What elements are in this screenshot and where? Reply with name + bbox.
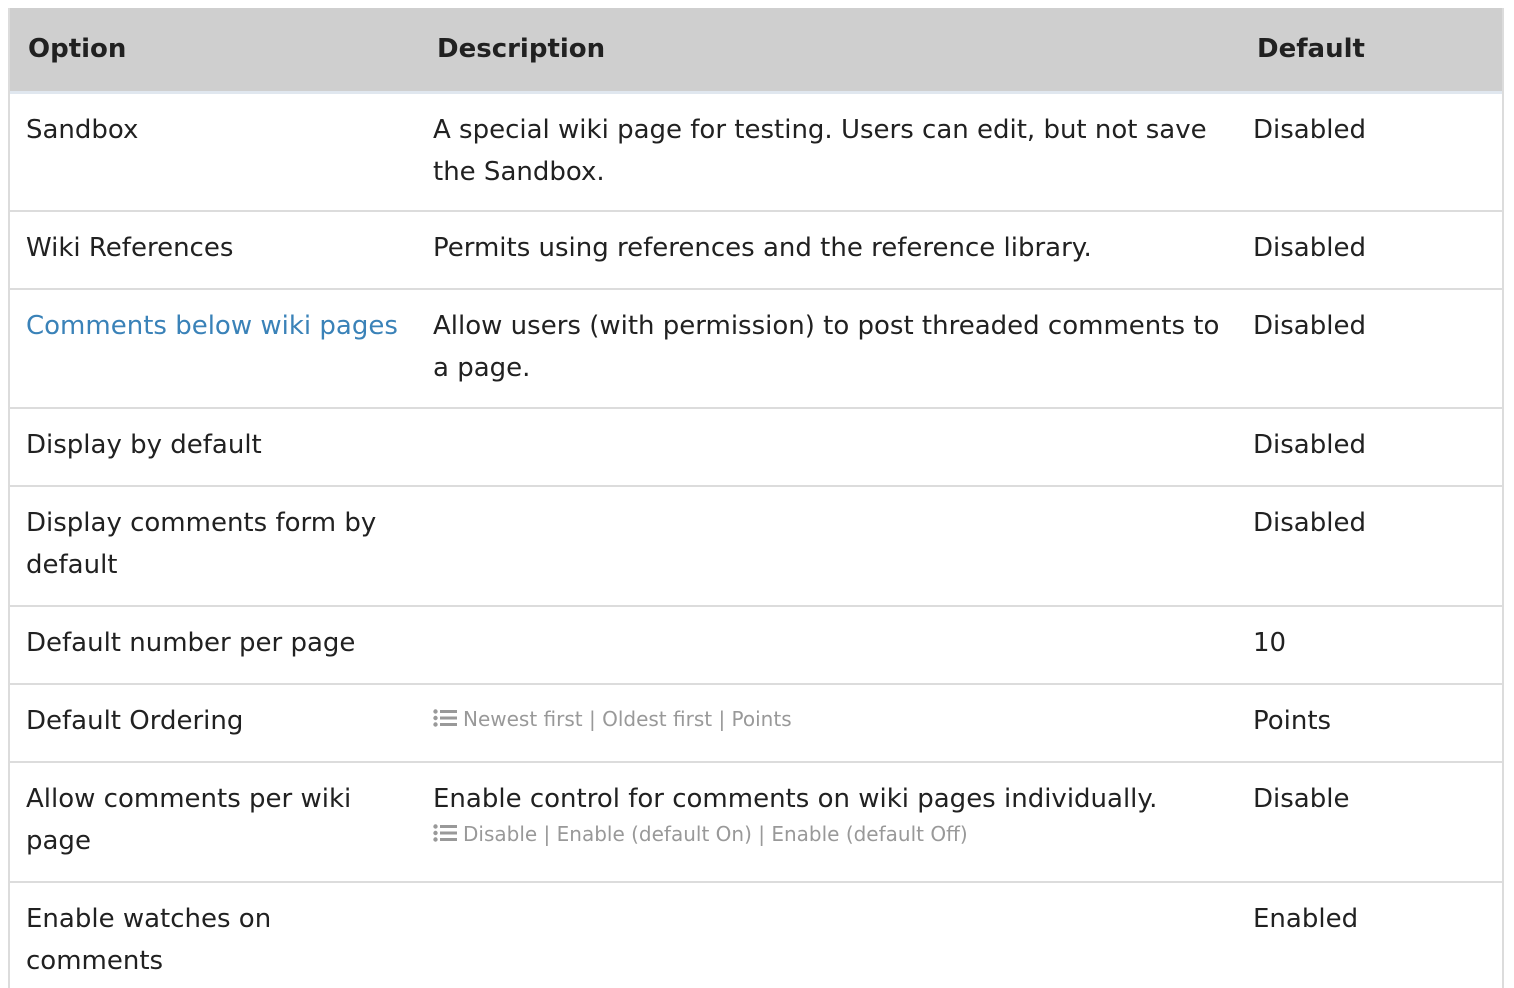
option-default: Disabled xyxy=(1235,92,1504,211)
option-description xyxy=(415,606,1235,684)
options-table: Option Description Default Sandbox A spe… xyxy=(8,8,1504,988)
option-default: Disabled xyxy=(1235,211,1504,289)
table-row: Display by default Disabled xyxy=(8,408,1504,486)
option-description: Allow users (with permission) to post th… xyxy=(415,289,1235,408)
option-choices: Disable | Enable (default On) | Enable (… xyxy=(433,820,1221,848)
comments-below-wiki-pages-link[interactable]: Comments below wiki pages xyxy=(26,311,398,341)
table-row: Default number per page 10 xyxy=(8,606,1504,684)
option-default: Disabled xyxy=(1235,289,1504,408)
option-description xyxy=(415,408,1235,486)
column-header-option[interactable]: Option xyxy=(8,8,415,92)
option-choices: Newest first | Oldest first | Points xyxy=(433,700,1221,733)
table-row: Wiki References Permits using references… xyxy=(8,211,1504,289)
option-default: Enabled xyxy=(1235,882,1504,988)
option-default: 10 xyxy=(1235,606,1504,684)
list-icon xyxy=(433,824,457,842)
option-description xyxy=(415,486,1235,606)
options-table-container: Option Description Default Sandbox A spe… xyxy=(8,8,1504,988)
option-description: Enable control for comments on wiki page… xyxy=(433,784,1157,814)
option-description: Permits using references and the referen… xyxy=(415,211,1235,289)
table-row: Enable watches on comments Enabled xyxy=(8,882,1504,988)
option-name: Wiki References xyxy=(8,211,415,289)
option-name: Display comments form by default xyxy=(8,486,415,606)
option-default: Disable xyxy=(1235,762,1504,882)
table-row: Allow comments per wiki page Enable cont… xyxy=(8,762,1504,882)
option-description: A special wiki page for testing. Users c… xyxy=(415,92,1235,211)
option-name: Default number per page xyxy=(8,606,415,684)
option-default: Disabled xyxy=(1235,486,1504,606)
choices-text: Newest first | Oldest first | Points xyxy=(463,707,792,731)
choices-text: Disable | Enable (default On) | Enable (… xyxy=(463,822,968,846)
table-row: Comments below wiki pages Allow users (w… xyxy=(8,289,1504,408)
table-row: Sandbox A special wiki page for testing.… xyxy=(8,92,1504,211)
column-header-description[interactable]: Description xyxy=(415,8,1235,92)
table-row: Default Ordering Newest first | Oldest f… xyxy=(8,684,1504,762)
option-name: Allow comments per wiki page xyxy=(8,762,415,882)
option-name-cell: Comments below wiki pages xyxy=(8,289,415,408)
option-default: Points xyxy=(1235,684,1504,762)
option-description-cell: Enable control for comments on wiki page… xyxy=(415,762,1235,882)
list-icon xyxy=(433,709,457,727)
table-header-row: Option Description Default xyxy=(8,8,1504,92)
column-header-default[interactable]: Default xyxy=(1235,8,1504,92)
option-description xyxy=(415,882,1235,988)
option-default: Disabled xyxy=(1235,408,1504,486)
option-name: Sandbox xyxy=(8,92,415,211)
option-name: Default Ordering xyxy=(8,684,415,762)
option-name: Display by default xyxy=(8,408,415,486)
table-row: Display comments form by default Disable… xyxy=(8,486,1504,606)
option-name: Enable watches on comments xyxy=(8,882,415,988)
option-description-cell: Newest first | Oldest first | Points xyxy=(415,684,1235,762)
